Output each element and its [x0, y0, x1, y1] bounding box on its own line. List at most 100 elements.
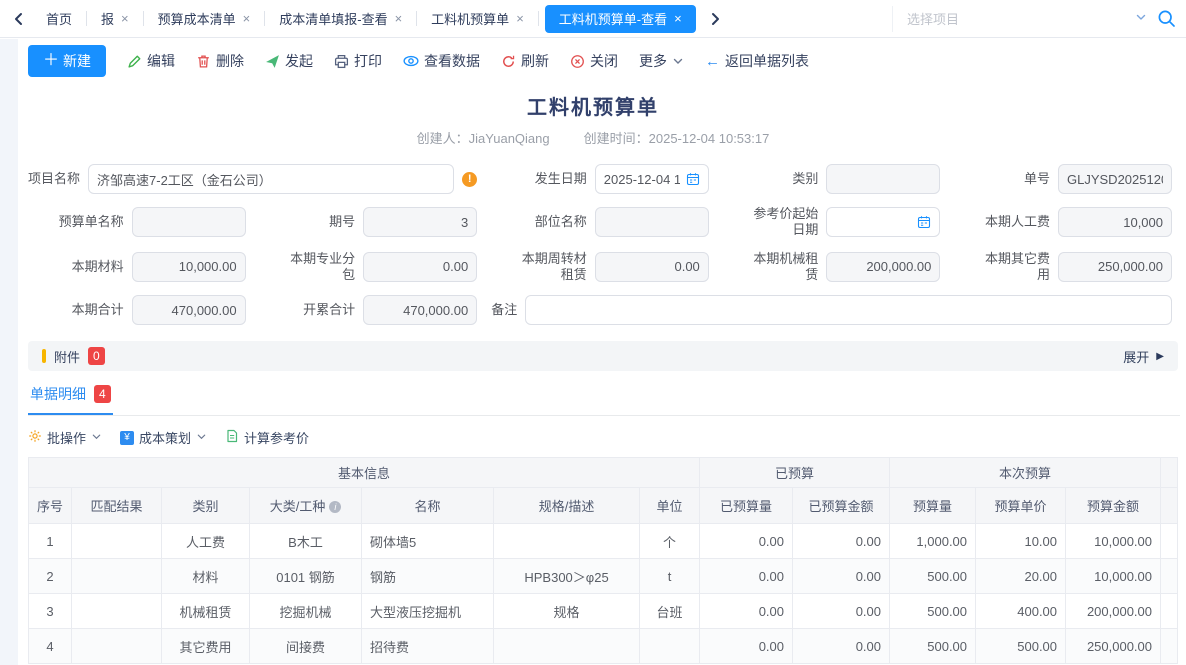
field-value: GLJYSD202512040 — [1067, 172, 1163, 187]
project-name-input[interactable]: 济邹高速7-2工区（金石公司） — [88, 164, 454, 194]
view-data-button[interactable]: 查看数据 — [403, 51, 480, 71]
detail-table-body: 1人工费B木工砌体墙5个0.000.001,000.0010.0010,000.… — [29, 524, 1178, 664]
tab-2[interactable]: 预算成本清单 × — [144, 0, 265, 37]
tab-close-icon[interactable]: × — [674, 12, 682, 25]
chevron-right-icon[interactable] — [702, 12, 728, 26]
search-icon[interactable] — [1157, 9, 1176, 28]
column-header[interactable]: 已预算量 — [700, 488, 793, 524]
table-cell: 250,000.00 — [1066, 629, 1161, 664]
new-button-label: 新建 — [63, 51, 91, 71]
column-header[interactable]: 名称 — [362, 488, 494, 524]
tab-close-icon[interactable]: × — [121, 12, 129, 25]
new-button[interactable]: ＋ 新建 — [28, 45, 106, 77]
tab-0[interactable]: 首页 — [32, 0, 86, 37]
table-cell: 0.00 — [700, 629, 793, 664]
part-name-input[interactable] — [595, 207, 709, 237]
refresh-button[interactable]: 刷新 — [501, 51, 549, 71]
chevron-left-icon[interactable] — [6, 12, 32, 26]
attachment-panel-header[interactable]: 附件 0 展开 ▶ — [28, 341, 1178, 371]
print-button[interactable]: 打印 — [334, 51, 382, 71]
column-header[interactable]: 类别 — [162, 488, 250, 524]
project-select[interactable]: 选择项目 — [892, 6, 1147, 32]
launch-button[interactable]: 发起 — [265, 51, 313, 71]
tab-close-icon[interactable]: × — [243, 12, 251, 25]
cost-plan-button[interactable]: ¥ 成本策划 — [120, 428, 207, 447]
labor-fee-input[interactable]: 10,000 — [1058, 207, 1172, 237]
other-fee-input[interactable]: 250,000.00 — [1058, 252, 1172, 282]
field-category: 类别 — [723, 164, 941, 194]
accum-total-input[interactable]: 470,000.00 — [363, 295, 477, 325]
creator: 创建人：JiaYuanQiang — [417, 128, 550, 147]
field-label: 本期人工费 — [985, 214, 1050, 230]
column-header[interactable]: 已预算金额 — [793, 488, 890, 524]
tab-label: 成本清单填报-查看 — [279, 9, 387, 28]
column-header[interactable]: 规格/描述 — [494, 488, 640, 524]
total-input[interactable]: 470,000.00 — [132, 295, 246, 325]
tab-close-icon[interactable]: × — [395, 12, 403, 25]
edit-button[interactable]: 编辑 — [127, 51, 175, 71]
column-header[interactable]: 匹配结果 — [72, 488, 162, 524]
field-accum-total: 开累合计 470,000.00 — [260, 295, 478, 325]
column-header[interactable]: 预算单价 — [976, 488, 1066, 524]
table-row[interactable]: 1人工费B木工砌体墙5个0.000.001,000.0010.0010,000.… — [29, 524, 1178, 559]
ref-price-date-input[interactable] — [826, 207, 940, 237]
field-machine-fee: 本期机械租赁 200,000.00 — [723, 251, 941, 284]
tab-close-icon[interactable]: × — [516, 12, 524, 25]
tab-detail-rows[interactable]: 单据明细 4 — [28, 384, 113, 415]
expand-button[interactable]: 展开 ▶ — [1123, 347, 1164, 366]
calendar-icon[interactable] — [917, 215, 931, 229]
field-value: 470,000.00 — [372, 303, 468, 318]
back-to-list-button[interactable]: ← 返回单据列表 — [705, 51, 809, 71]
column-header[interactable]: 序号 — [29, 488, 72, 524]
batch-ops-button[interactable]: 批操作 — [28, 428, 102, 447]
occur-date-input[interactable]: 2025-12-04 10: — [595, 164, 709, 194]
toolbar: ＋ 新建 编辑 删除 发起 打印 查看数据 刷新 关闭 更多 ← 返回单据列表 — [0, 38, 1186, 85]
field-label: 部位名称 — [535, 214, 587, 230]
tab-label: 报 — [101, 9, 114, 28]
column-group-header-sliver — [1161, 458, 1178, 488]
tab-5-active[interactable]: 工料机预算单-查看× — [545, 5, 696, 33]
calc-ref-price-button[interactable]: 计算参考价 — [225, 428, 309, 447]
tab-4[interactable]: 工料机预算单× — [417, 0, 538, 37]
detail-table-head: 基本信息已预算本次预算序号匹配结果类别大类/工种i名称规格/描述单位已预算量已预… — [29, 458, 1178, 524]
remark-input[interactable] — [525, 295, 1172, 325]
pencil-icon — [127, 54, 142, 69]
machine-fee-input[interactable]: 200,000.00 — [826, 252, 940, 282]
tab-label: 预算成本清单 — [158, 9, 236, 28]
table-row[interactable]: 3机械租赁挖掘机械大型液压挖掘机规格台班0.000.00500.00400.00… — [29, 594, 1178, 629]
subcontract-fee-input[interactable]: 0.00 — [363, 252, 477, 282]
calendar-icon[interactable] — [686, 172, 700, 186]
column-header[interactable]: 预算金额 — [1066, 488, 1161, 524]
close-circle-icon — [570, 54, 585, 69]
warning-icon: ! — [462, 172, 477, 187]
tab-1[interactable]: 报× — [87, 0, 143, 37]
field-material-fee: 本期材料 10,000.00 — [28, 251, 246, 284]
material-fee-input[interactable]: 10,000.00 — [132, 252, 246, 282]
table-row[interactable]: 2材料0101 钢筋钢筋HPB300＞φ25t0.000.00500.0020.… — [29, 559, 1178, 594]
table-cell — [72, 524, 162, 559]
table-cell: 0.00 — [700, 524, 793, 559]
turnover-fee-input[interactable]: 0.00 — [595, 252, 709, 282]
tab-3[interactable]: 成本清单填报-查看 × — [265, 0, 416, 37]
table-row[interactable]: 4其它费用间接费招待费0.000.00500.00500.00250,000.0… — [29, 629, 1178, 664]
field-value: 2025-12-04 10: — [604, 172, 680, 187]
table-cell-sliver — [1161, 524, 1178, 559]
refresh-icon — [501, 54, 516, 69]
column-header[interactable]: 单位 — [640, 488, 700, 524]
category-input[interactable] — [826, 164, 940, 194]
column-header[interactable]: 大类/工种i — [250, 488, 362, 524]
view-data-button-label: 查看数据 — [424, 51, 480, 71]
info-icon: i — [329, 501, 341, 513]
detail-count-badge: 4 — [94, 385, 111, 403]
delete-button[interactable]: 删除 — [196, 51, 244, 71]
table-cell: 0.00 — [793, 629, 890, 664]
budget-name-input[interactable] — [132, 207, 246, 237]
close-button[interactable]: 关闭 — [570, 51, 618, 71]
column-header[interactable]: 预算量 — [890, 488, 976, 524]
doc-no-input[interactable]: GLJYSD202512040 — [1058, 164, 1172, 194]
tab-separator — [538, 11, 539, 26]
table-cell: B木工 — [250, 524, 362, 559]
period-input[interactable]: 3 — [363, 207, 477, 237]
field-label: 类别 — [792, 171, 818, 187]
more-button[interactable]: 更多 — [639, 51, 684, 71]
